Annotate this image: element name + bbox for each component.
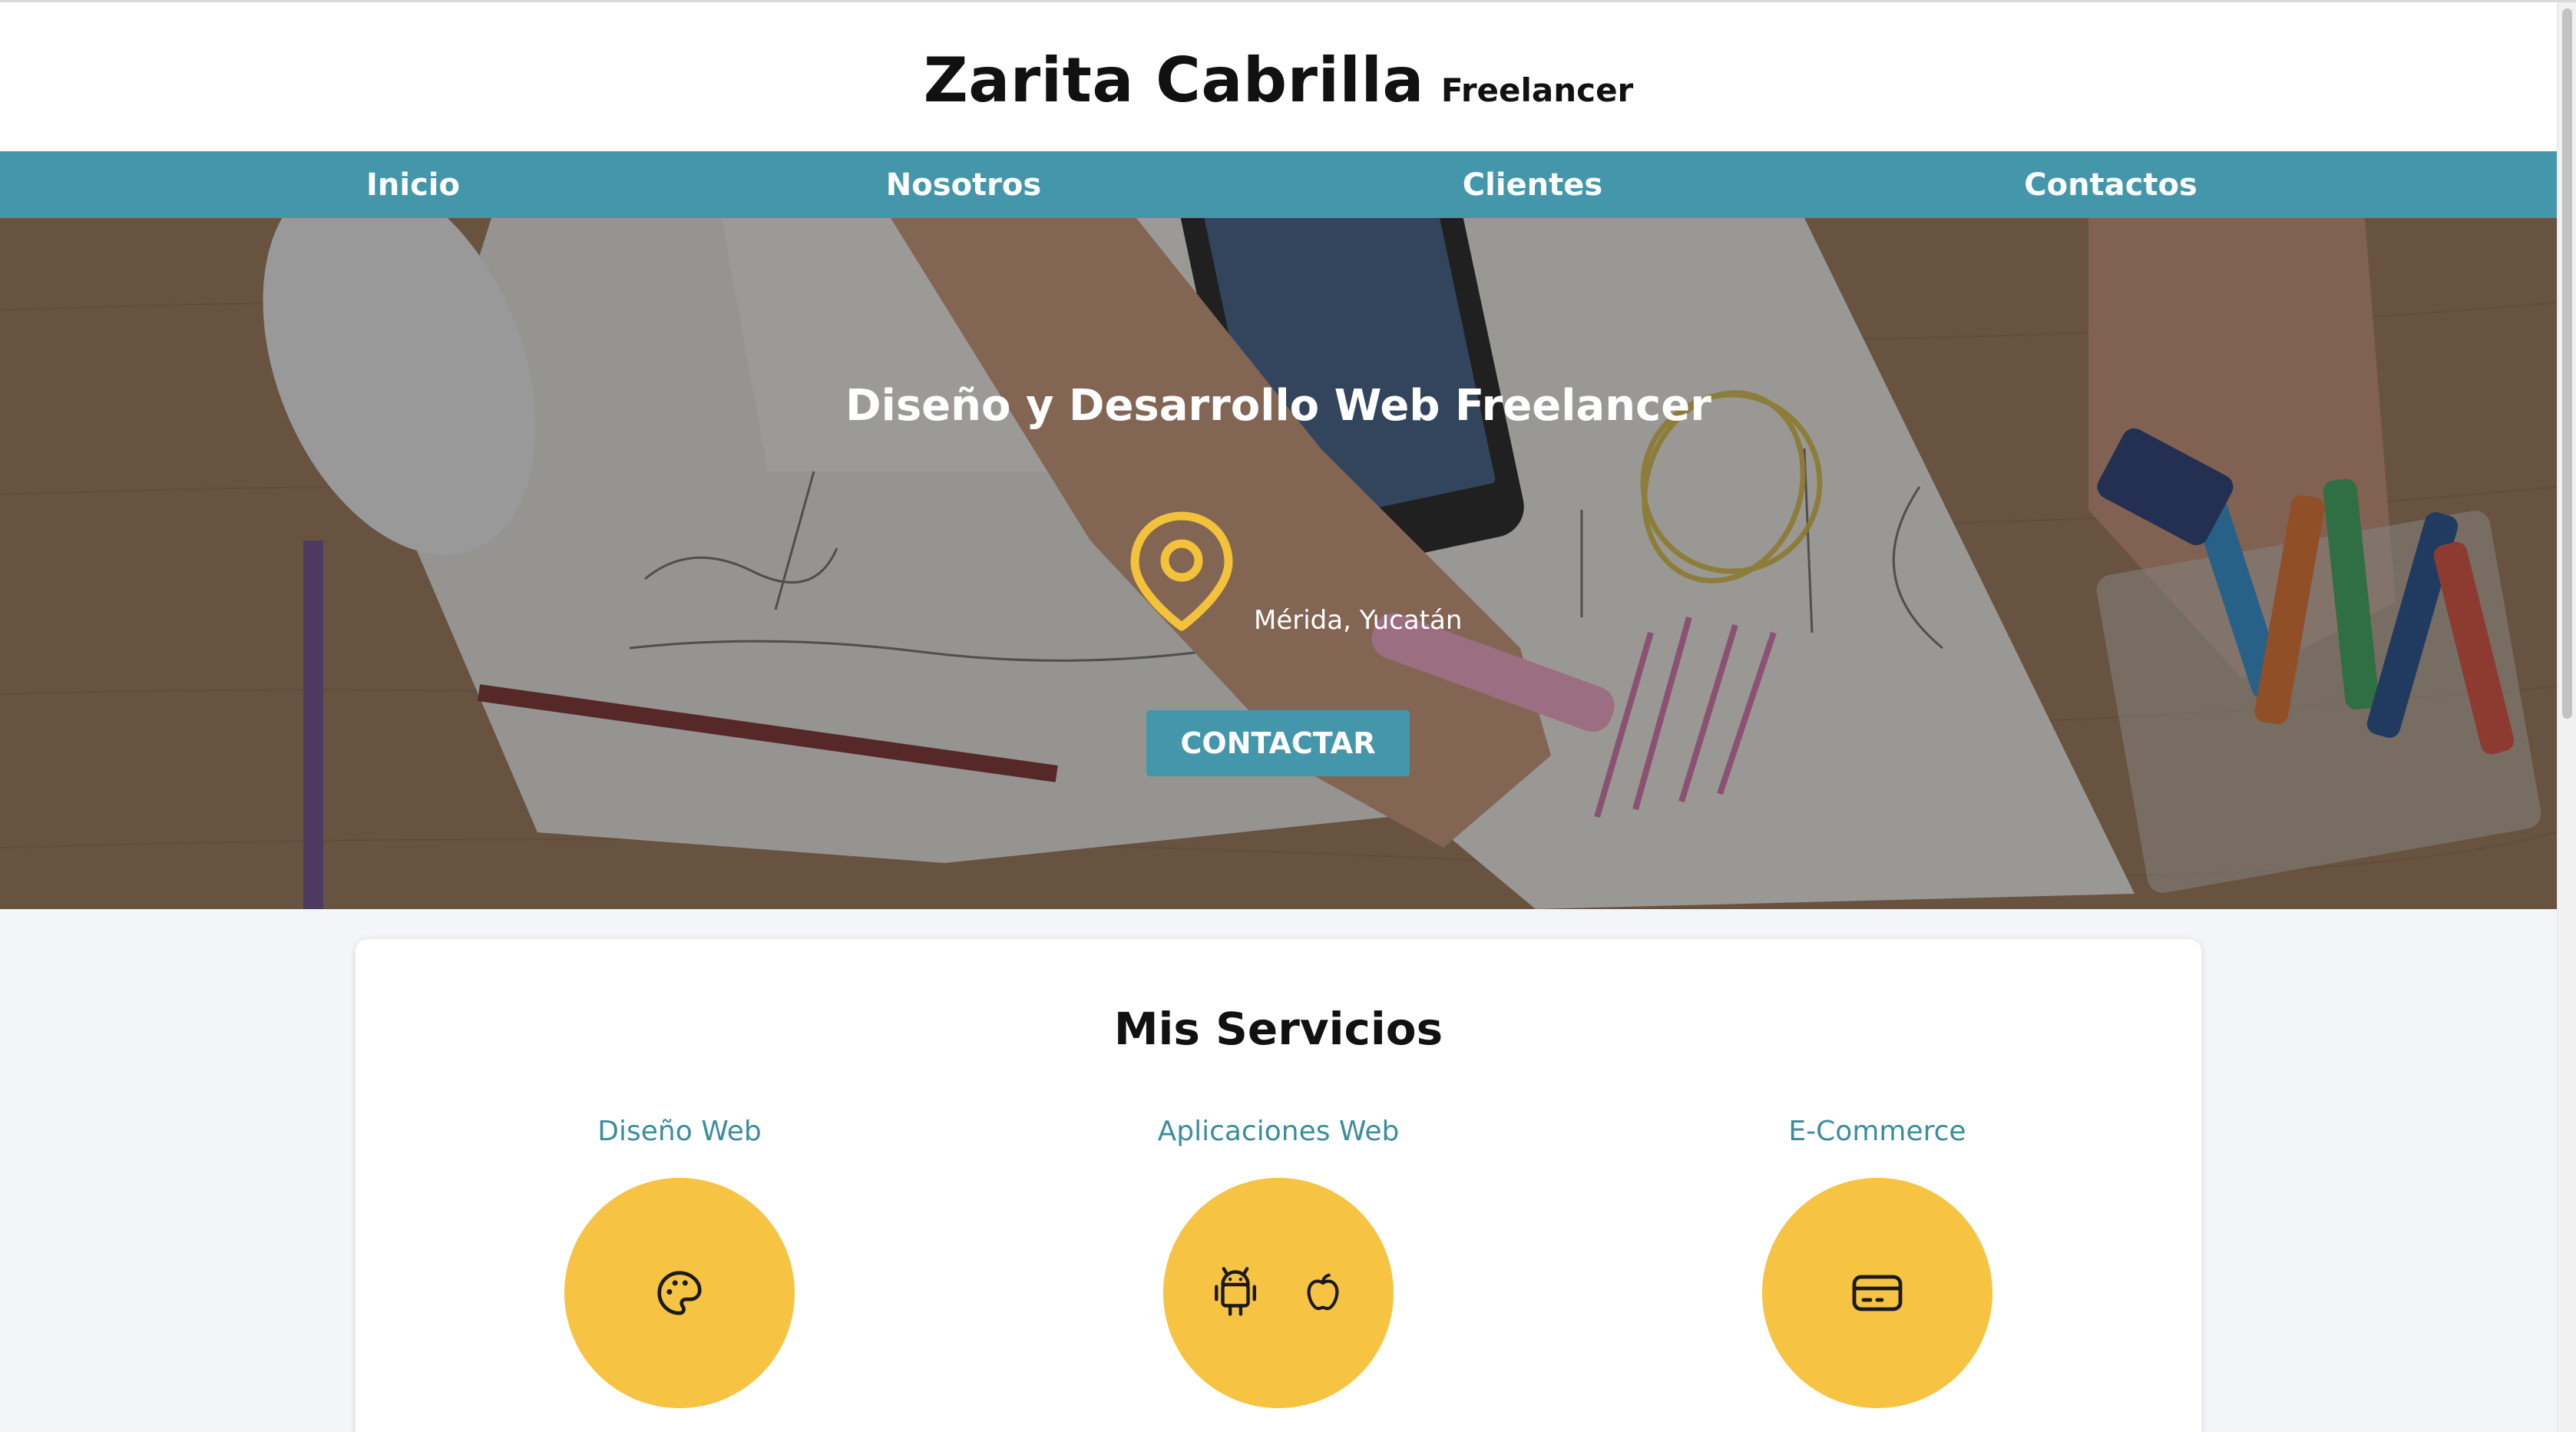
brand[interactable]: Zarita Cabrilla Freelancer: [924, 45, 1634, 116]
android-icon: [1215, 1267, 1256, 1316]
service-aplicaciones-web: Aplicaciones Web: [1086, 1116, 1470, 1408]
nav-item-inicio[interactable]: Inicio: [366, 151, 460, 218]
service-icon-circle: [1163, 1178, 1394, 1408]
hero-title: Diseño y Desarrollo Web Freelancer: [845, 381, 1711, 431]
service-icon-circle: [564, 1178, 795, 1408]
contactar-button[interactable]: CONTACTAR: [1146, 710, 1410, 776]
location-pin-icon: [1130, 511, 1233, 631]
hero-overlay: [0, 218, 2557, 909]
site-header: Zarita Cabrilla Freelancer: [0, 2, 2557, 151]
brand-tagline: Freelancer: [1440, 71, 1634, 109]
service-diseno-web: Diseño Web: [488, 1116, 871, 1408]
hero-section: Diseño y Desarrollo Web Freelancer Mérid…: [0, 218, 2557, 909]
brand-name: Zarita Cabrilla: [923, 44, 1424, 116]
credit-card-icon: [1852, 1275, 1903, 1311]
apple-icon: [1307, 1273, 1339, 1311]
page: Zarita Cabrilla Freelancer Inicio Nosotr…: [0, 0, 2576, 1432]
nav-item-nosotros[interactable]: Nosotros: [886, 151, 1041, 218]
main-nav: Inicio Nosotros Clientes Contactos: [0, 151, 2557, 218]
page-scrollbar[interactable]: [2557, 2, 2576, 1432]
service-e-commerce: E-Commerce: [1685, 1116, 2069, 1408]
services-card: Mis Servicios Diseño Web Aplicaciones We…: [355, 939, 2201, 1432]
nav-item-contactos[interactable]: Contactos: [2024, 151, 2197, 218]
nav-item-clientes[interactable]: Clientes: [1463, 151, 1602, 218]
palette-icon: [657, 1271, 702, 1315]
service-label[interactable]: E-Commerce: [1788, 1116, 1966, 1147]
location-text: Mérida, Yucatán: [1254, 605, 1463, 636]
service-label[interactable]: Aplicaciones Web: [1158, 1116, 1400, 1147]
scrollbar-thumb[interactable]: [2562, 8, 2572, 719]
services-title: Mis Servicios: [1113, 1003, 1443, 1055]
service-icon-circle: [1762, 1178, 1992, 1408]
service-label[interactable]: Diseño Web: [597, 1116, 761, 1147]
